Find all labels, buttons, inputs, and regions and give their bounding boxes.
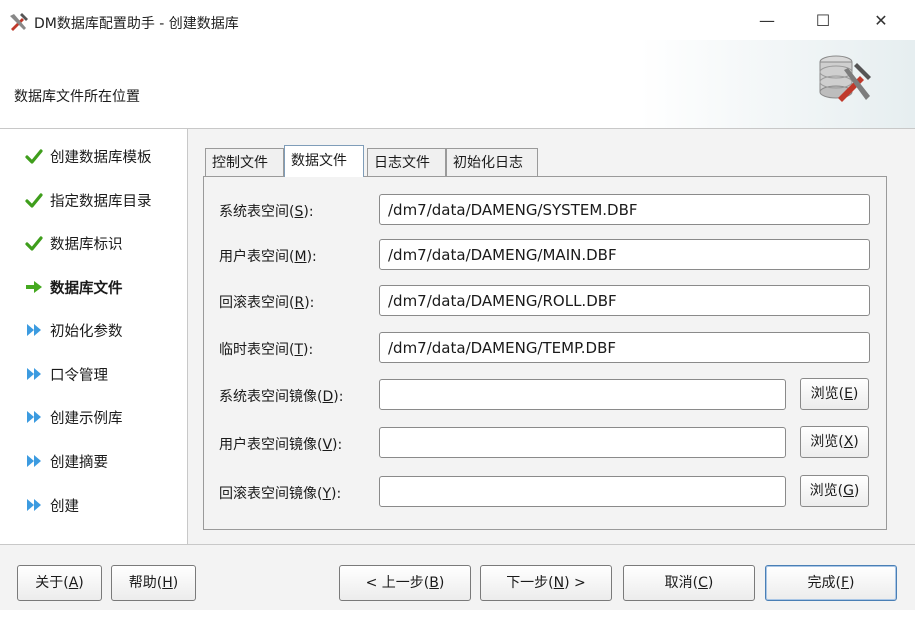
path-input[interactable]: /dm7/data/DAMENG/MAIN.DBF (379, 239, 870, 270)
finish-button[interactable]: 完成(F) (765, 565, 897, 601)
about-button[interactable]: 关于(A) (17, 565, 102, 601)
sidebar-step: 创建数据库模板 (24, 144, 152, 168)
sidebar-step: 初始化参数 (24, 318, 123, 342)
close-button[interactable]: ✕ (866, 8, 896, 34)
sidebar-step: 创建 (24, 493, 79, 517)
window-title: DM数据库配置助手 - 创建数据库 (34, 16, 239, 32)
path-input[interactable]: /dm7/data/DAMENG/TEMP.DBF (379, 332, 870, 363)
field-label: 用户表空间镜像(V): (219, 437, 343, 453)
double-chevron-icon (24, 320, 44, 340)
sidebar-step-label: 指定数据库目录 (50, 193, 152, 210)
minimize-button[interactable]: — (752, 8, 782, 34)
tab-3[interactable]: 初始化日志 (446, 148, 538, 176)
browse-button[interactable]: 浏览(X) (800, 426, 869, 458)
double-chevron-icon (24, 364, 44, 384)
bottom-edge (0, 610, 915, 623)
wizard-header (0, 40, 915, 128)
path-input[interactable]: /dm7/data/DAMENG/SYSTEM.DBF (379, 194, 870, 225)
field-label: 系统表空间(S): (219, 204, 314, 220)
sidebar-step-label: 创建摘要 (50, 454, 108, 471)
sidebar-step-label: 创建 (50, 498, 79, 515)
sidebar-step-label: 数据库标识 (50, 236, 123, 253)
app-tools-icon (8, 12, 30, 32)
sidebar-step: 创建示例库 (24, 405, 123, 429)
sidebar-step-label: 创建示例库 (50, 410, 123, 427)
sidebar-step: 指定数据库目录 (24, 188, 152, 212)
sidebar-step: 口令管理 (24, 362, 108, 386)
field-label: 系统表空间镜像(D): (219, 389, 344, 405)
check-icon (24, 233, 44, 253)
browse-button[interactable]: 浏览(E) (800, 378, 869, 410)
check-icon (24, 146, 44, 166)
sidebar-step: 数据库标识 (24, 231, 123, 255)
database-tools-icon (814, 52, 874, 104)
sidebar-step-label: 创建数据库模板 (50, 149, 152, 166)
sidebar-step-label: 初始化参数 (50, 323, 123, 340)
path-input[interactable] (379, 476, 786, 507)
sidebar-step-label: 口令管理 (50, 367, 108, 384)
path-input[interactable] (379, 379, 786, 410)
double-chevron-icon (24, 495, 44, 515)
help-button[interactable]: 帮助(H) (111, 565, 196, 601)
check-icon (24, 190, 44, 210)
double-chevron-icon (24, 451, 44, 471)
maximize-button[interactable]: ☐ (808, 8, 838, 34)
cancel-button[interactable]: 取消(C) (623, 565, 755, 601)
next-step-button[interactable]: 下一步(N) > (480, 565, 612, 601)
field-label: 回滚表空间(R): (219, 295, 315, 311)
page-title: 数据库文件所在位置 (14, 89, 140, 105)
sidebar-step: 创建摘要 (24, 449, 108, 473)
double-chevron-icon (24, 407, 44, 427)
tab-2[interactable]: 日志文件 (367, 148, 446, 176)
arrow-right-icon (24, 277, 44, 297)
tab-1[interactable]: 数据文件 (284, 145, 364, 177)
field-label: 回滚表空间镜像(Y): (219, 486, 342, 502)
prev-step-button[interactable]: < 上一步(B) (339, 565, 471, 601)
sidebar-step-label: 数据库文件 (50, 280, 123, 297)
field-label: 用户表空间(M): (219, 249, 317, 265)
field-label: 临时表空间(T): (219, 342, 314, 358)
path-input[interactable]: /dm7/data/DAMENG/ROLL.DBF (379, 285, 870, 316)
tab-0[interactable]: 控制文件 (205, 148, 284, 176)
browse-button[interactable]: 浏览(G) (800, 475, 869, 507)
sidebar-step: 数据库文件 (24, 275, 123, 299)
path-input[interactable] (379, 427, 786, 458)
